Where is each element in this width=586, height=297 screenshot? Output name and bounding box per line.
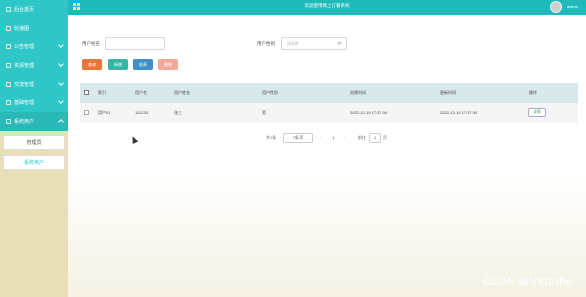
image-icon (6, 25, 11, 31)
chevron-up-icon (58, 119, 64, 125)
detail-button[interactable]: 详情 (528, 108, 546, 117)
cell-created: 2022-12-19 17:37:34 (350, 110, 388, 115)
page-size-select[interactable]: 7条/页 (283, 133, 313, 143)
sidebar-item-announcements[interactable]: 公告管理 (0, 37, 68, 56)
chevron-down-icon (58, 42, 64, 49)
pagination: 共1条 7条/页 ‹ 1 › 前往 1 页 (76, 132, 582, 144)
sidebar-item-label: 资源管理 (14, 62, 35, 69)
row-checkbox[interactable] (84, 110, 89, 115)
sidebar-item-communication[interactable]: 交流管理 (0, 75, 68, 94)
page-title: 欢迎使用网上订餐系统 (304, 3, 350, 8)
main-content: 用户姓名 用户性别 请选择 查询 新增 报表 删除 索引 用户名 用户姓名 用户… (68, 15, 586, 297)
gender-select[interactable]: 请选择 (281, 37, 347, 50)
chevron-down-icon (58, 79, 64, 86)
home-icon (6, 6, 11, 12)
chevron-down-icon (58, 98, 64, 105)
sidebar-item-home[interactable]: 后台首页 (0, 0, 68, 19)
chevron-down-icon (337, 40, 342, 45)
add-button[interactable]: 新增 (108, 59, 128, 70)
sidebar-item-resources[interactable]: 资源管理 (0, 56, 68, 75)
sidebar-item-basic[interactable]: 基础管理 (0, 93, 68, 112)
watermark: CSDN @VXbishe (483, 276, 572, 288)
username-search-label: 用户姓名 (82, 41, 100, 46)
table-row: 用户01 112233 张三 男 2022-12-19 17:37:34 202… (80, 103, 578, 123)
column-header: 索引 (98, 90, 106, 95)
settings-icon (6, 100, 11, 106)
next-page-icon[interactable]: › (344, 135, 345, 140)
pager-total: 共1条 (266, 135, 277, 140)
megaphone-icon (6, 44, 11, 50)
goto-page-input[interactable]: 1 (369, 133, 381, 143)
sidebar-item-system-users[interactable]: 系统用户 (0, 112, 68, 131)
chat-icon (6, 81, 11, 87)
username-label[interactable]: admin (567, 4, 578, 9)
sidebar-item-label: 后台首页 (14, 6, 35, 13)
search-form: 用户姓名 用户性别 请选择 (76, 37, 582, 51)
sidebar-subitem-system-users[interactable]: 系统用户 (3, 154, 65, 170)
gender-select-placeholder: 请选择 (287, 42, 299, 46)
user-icon (6, 118, 11, 124)
chevron-down-icon (58, 61, 64, 67)
page-suffix: 页 (383, 135, 387, 140)
column-header: 用户名 (135, 90, 147, 95)
sidebar-item-carousel[interactable]: 轮播图 (0, 19, 68, 38)
sidebar-nav: 后台首页 轮播图 公告管理 资源管理 交流管理 基础管理 系统用户 (0, 0, 68, 131)
column-header: 更新时间 (440, 90, 456, 95)
goto-label: 前往 (358, 135, 366, 140)
sidebar-subitem-label: 管理员 (26, 139, 42, 146)
top-header: 欢迎使用网上订餐系统 admin (68, 0, 586, 15)
cell-updated: 2022-12-19 17:37:34 (440, 110, 478, 115)
folder-icon (6, 62, 11, 68)
column-header: 用户姓名 (174, 90, 190, 95)
column-header: 创建时间 (350, 90, 366, 95)
username-search-input[interactable] (105, 37, 165, 50)
query-button[interactable]: 查询 (82, 59, 102, 70)
column-header: 用户性别 (262, 90, 278, 95)
content-panel: 用户姓名 用户性别 请选择 查询 新增 报表 删除 索引 用户名 用户姓名 用户… (76, 21, 582, 156)
cell-gender: 男 (262, 110, 266, 115)
gender-search-label: 用户性别 (257, 41, 275, 46)
page-number[interactable]: 1 (332, 135, 334, 140)
avatar[interactable] (550, 1, 562, 13)
sidebar-item-label: 公告管理 (14, 44, 35, 51)
sidebar-item-label: 基础管理 (14, 100, 35, 107)
sidebar-item-label: 系统用户 (14, 118, 35, 125)
table-header: 索引 用户名 用户姓名 用户性别 创建时间 更新时间 操作 (80, 83, 578, 103)
cell-name: 张三 (174, 110, 182, 115)
prev-page-icon[interactable]: ‹ (320, 135, 321, 140)
report-button[interactable]: 报表 (133, 59, 153, 70)
sidebar-item-label: 交流管理 (14, 81, 35, 88)
sidebar-subitem-admins[interactable]: 管理员 (3, 134, 65, 150)
cell-index: 用户01 (98, 110, 111, 115)
sidebar: 后台首页 轮播图 公告管理 资源管理 交流管理 基础管理 系统用户 管理员 系统… (0, 0, 68, 297)
sidebar-submenu: 管理员 系统用户 (0, 131, 68, 179)
column-header: 操作 (529, 90, 537, 95)
sidebar-subitem-label: 系统用户 (23, 159, 44, 166)
cell-username: 112233 (135, 110, 149, 115)
users-table: 索引 用户名 用户姓名 用户性别 创建时间 更新时间 操作 用户01 11223… (80, 83, 578, 123)
sidebar-item-label: 轮播图 (14, 25, 30, 32)
delete-button[interactable]: 删除 (158, 59, 178, 70)
select-all-checkbox[interactable] (84, 90, 89, 95)
